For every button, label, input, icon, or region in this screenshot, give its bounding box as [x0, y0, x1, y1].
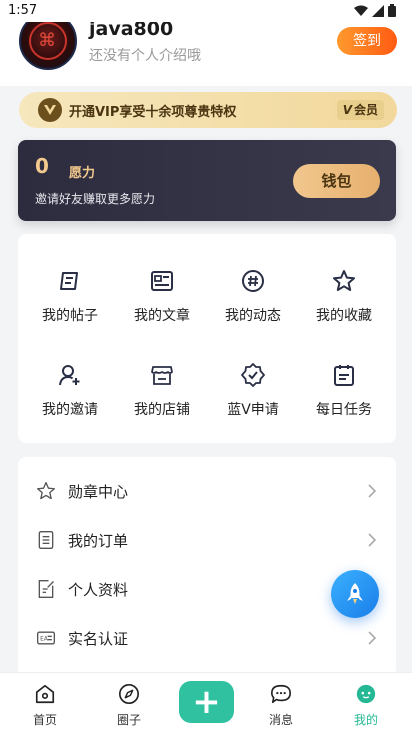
chevron-right-icon — [368, 484, 376, 498]
vip-member-label: 会员 — [353, 103, 378, 117]
invite-user-icon — [59, 365, 80, 386]
grid-item-my-activity[interactable]: 我的动态 — [207, 269, 299, 339]
vip-crown-icon — [38, 98, 62, 122]
invite-friends-text[interactable]: 邀请好友赚取更多愿力 — [35, 190, 155, 207]
post-icon — [60, 272, 78, 290]
edit-document-icon — [38, 580, 54, 598]
order-list-icon — [38, 531, 54, 549]
grid-item-my-articles[interactable]: 我的文章 — [116, 269, 208, 339]
rocket-icon — [347, 583, 363, 604]
star-icon — [333, 270, 355, 291]
vip-v-icon: V — [342, 103, 352, 117]
signal-icon — [372, 4, 384, 17]
vip-banner[interactable]: 开通VIP享受十余项尊贵特权 V 会员 — [19, 92, 397, 128]
grid-item-my-invites[interactable]: 我的邀请 — [24, 363, 116, 433]
star-outline-icon — [37, 482, 55, 500]
bio-text[interactable]: 还没有个人介绍哦 — [89, 45, 201, 65]
grid-item-label: 我的邀请 — [42, 402, 98, 418]
chevron-right-icon — [368, 533, 376, 547]
list-item-label: 实名认证 — [68, 630, 129, 648]
tab-label: 圈子 — [116, 713, 141, 727]
wish-power-card: 0 愿力 邀请好友赚取更多愿力 钱包 — [18, 140, 396, 221]
svg-text:EA: EA — [40, 637, 48, 643]
list-item-my-orders[interactable]: 我的订单 — [18, 516, 396, 564]
bottom-tab-bar: 首页 圈子 + 消息 我的 — [0, 672, 412, 730]
chevron-right-icon — [368, 631, 376, 645]
create-post-button[interactable]: + — [179, 681, 234, 723]
tab-circles[interactable]: 圈子 — [94, 679, 164, 727]
plus-icon: + — [192, 682, 221, 722]
grid-item-daily-tasks[interactable]: 每日任务 — [298, 363, 390, 433]
list-item-label: 我的订单 — [68, 532, 129, 550]
wifi-icon — [354, 5, 368, 16]
rocket-fab-button[interactable] — [331, 570, 379, 618]
grid-item-label: 蓝V申请 — [227, 402, 279, 418]
tab-messages[interactable]: 消息 — [246, 679, 316, 727]
status-time: 1:57 — [8, 3, 38, 18]
verified-badge-icon — [241, 363, 265, 387]
chat-icon — [271, 684, 291, 704]
grid-item-label: 我的动态 — [225, 308, 281, 324]
list-item-real-name-verify[interactable]: EA 实名认证 — [18, 614, 396, 662]
battery-icon — [388, 4, 396, 17]
grid-item-my-posts[interactable]: 我的帖子 — [24, 269, 116, 339]
list-item-label: 勋章中心 — [68, 483, 129, 501]
grid-item-my-shop[interactable]: 我的店铺 — [116, 363, 208, 433]
tab-label: 我的 — [353, 713, 378, 727]
home-icon — [35, 684, 55, 704]
tab-label: 消息 — [268, 713, 293, 727]
tab-home[interactable]: 首页 — [10, 679, 80, 727]
tab-mine[interactable]: 我的 — [331, 679, 401, 727]
grid-item-label: 我的店铺 — [134, 402, 190, 418]
signin-button[interactable]: 签到 — [337, 27, 397, 55]
grid-item-label: 我的收藏 — [316, 308, 372, 324]
grid-item-blue-v-apply[interactable]: 蓝V申请 — [207, 363, 299, 433]
wallet-button[interactable]: 钱包 — [293, 164, 380, 198]
status-bar: 1:57 — [0, 0, 412, 22]
grid-item-label: 我的文章 — [134, 308, 190, 324]
grid-item-label: 每日任务 — [316, 402, 372, 418]
article-icon — [151, 271, 173, 291]
list-item-label: 个人资料 — [68, 581, 129, 599]
grid-item-my-favorites[interactable]: 我的收藏 — [298, 269, 390, 339]
grid-item-label: 我的帖子 — [42, 308, 98, 324]
list-item-medal-center[interactable]: 勋章中心 — [18, 467, 396, 515]
wish-power-count: 0 — [35, 154, 49, 178]
feature-grid: 我的帖子 我的文章 我的动态 我的收藏 我的邀请 我的店铺 蓝V申请 每日任务 — [18, 234, 396, 443]
avatar-seal-glyph: ⌘ — [38, 30, 56, 51]
hashtag-icon — [242, 270, 264, 292]
tab-label: 首页 — [32, 713, 57, 727]
vip-banner-text: 开通VIP享受十余项尊贵特权 — [69, 105, 237, 120]
vip-member-tag: V 会员 — [336, 100, 384, 120]
compass-icon — [119, 684, 139, 704]
status-icons — [354, 4, 396, 17]
calendar-icon — [334, 365, 354, 386]
profile-face-icon — [356, 684, 376, 704]
wish-power-unit: 愿力 — [69, 166, 96, 181]
shop-icon — [151, 366, 173, 385]
settings-list: 勋章中心 我的订单 个人资料 EA 实名认证 — [18, 457, 396, 677]
id-card-icon: EA — [37, 631, 55, 645]
